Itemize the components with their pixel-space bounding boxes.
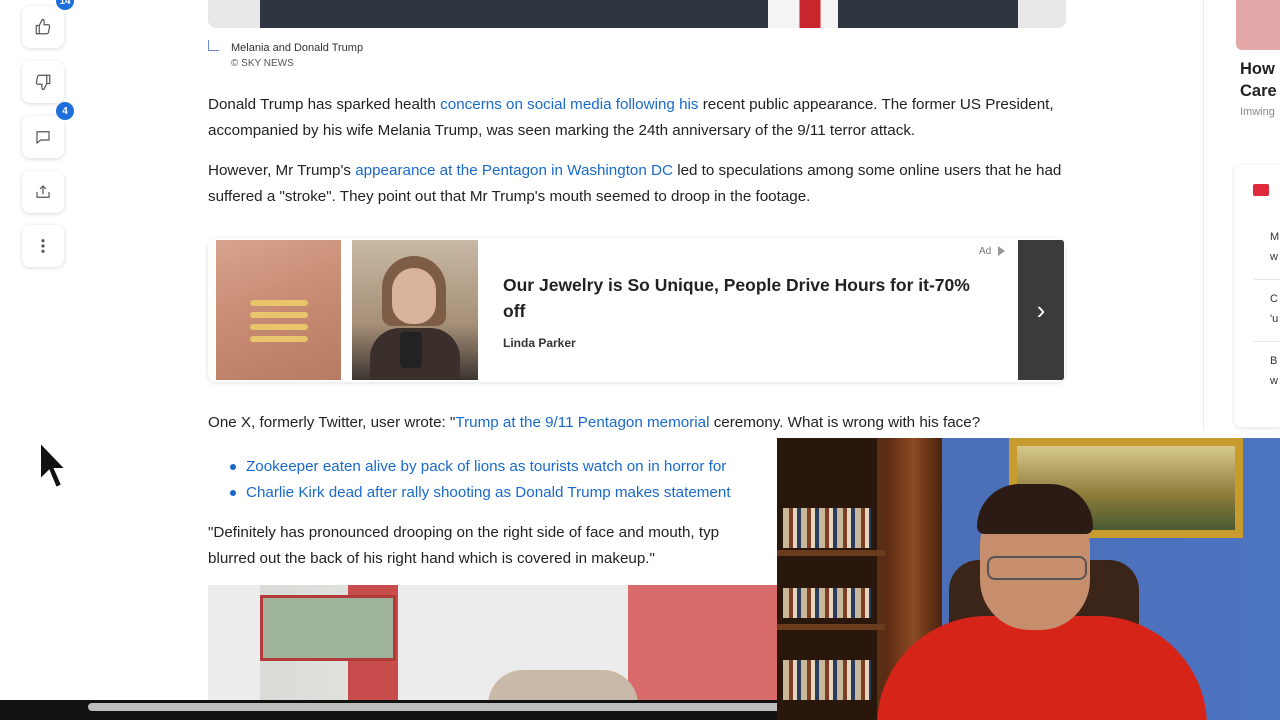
ad-card[interactable]: Our Jewelry is So Unique, People Drive H… bbox=[208, 238, 1065, 382]
trending-item[interactable]: w bbox=[1270, 251, 1278, 263]
caption-title: Melania and Donald Trump bbox=[231, 42, 364, 54]
trending-item[interactable]: w bbox=[1270, 375, 1278, 387]
trending-item[interactable]: C bbox=[1270, 293, 1278, 305]
thumbs-down-icon bbox=[35, 74, 51, 91]
chevron-right-icon: › bbox=[1036, 294, 1046, 325]
mouse-cursor-icon bbox=[39, 440, 68, 490]
bullet-icon bbox=[230, 464, 236, 470]
news-logo-icon bbox=[1253, 184, 1269, 196]
caption-corner-icon bbox=[208, 40, 219, 51]
thumbs-up-icon bbox=[35, 18, 51, 35]
comment-icon bbox=[36, 131, 50, 145]
trending-item[interactable]: B bbox=[1270, 355, 1277, 367]
trending-item[interactable]: M bbox=[1270, 231, 1279, 243]
ad-next-button[interactable]: › bbox=[1018, 240, 1064, 380]
recommended-thumbnail[interactable] bbox=[1236, 0, 1280, 50]
link-pentagon-memorial[interactable]: Trump at the 9/11 Pentagon memorial bbox=[455, 414, 709, 431]
recommended-source: Imwing bbox=[1240, 106, 1275, 118]
more-vertical-icon bbox=[41, 239, 45, 253]
related-links-list: Zookeeper eaten alive by pack of lions a… bbox=[228, 454, 731, 506]
ad-title[interactable]: Our Jewelry is So Unique, People Drive H… bbox=[503, 272, 983, 324]
paragraph-1: Donald Trump has sparked health concerns… bbox=[208, 96, 1054, 139]
more-options-button[interactable] bbox=[22, 225, 64, 267]
trending-item[interactable]: 'u bbox=[1270, 313, 1278, 325]
link-pentagon-appearance[interactable]: appearance at the Pentagon in Washington… bbox=[355, 162, 673, 179]
comment-button[interactable]: 4 bbox=[22, 102, 74, 158]
share-icon bbox=[36, 185, 50, 198]
related-link[interactable]: Zookeeper eaten alive by pack of lions a… bbox=[246, 458, 726, 475]
comment-count-badge: 4 bbox=[56, 102, 74, 120]
paragraph-3: One X, formerly Twitter, user wrote: "Tr… bbox=[208, 414, 981, 431]
ad-label[interactable]: Ad bbox=[979, 246, 1006, 257]
related-link[interactable]: Charlie Kirk dead after rally shooting a… bbox=[246, 484, 731, 501]
share-button[interactable] bbox=[22, 171, 64, 213]
list-item: Charlie Kirk dead after rally shooting a… bbox=[228, 480, 731, 506]
caption-credit: © SKY NEWS bbox=[231, 58, 294, 69]
like-count-badge: 14 bbox=[56, 0, 74, 10]
ad-image-rings bbox=[216, 240, 341, 380]
article-image-2 bbox=[208, 585, 778, 705]
webcam-overlay bbox=[777, 438, 1280, 720]
bullet-icon bbox=[230, 490, 236, 496]
ad-image-woman bbox=[352, 240, 478, 380]
article-image bbox=[208, 0, 1066, 28]
paragraph-2: However, Mr Trump's appearance at the Pe… bbox=[208, 162, 1062, 205]
column-divider bbox=[1203, 0, 1204, 430]
link-social-media-concerns[interactable]: concerns on social media following his bbox=[440, 96, 698, 113]
like-button[interactable]: 14 bbox=[22, 0, 74, 48]
trending-panel: M w C 'u B w bbox=[1234, 165, 1280, 427]
dislike-button[interactable] bbox=[22, 61, 64, 103]
ad-choices-icon bbox=[998, 246, 1006, 257]
ad-brand: Linda Parker bbox=[503, 336, 576, 350]
recommended-title[interactable]: How Care bbox=[1240, 58, 1280, 102]
list-item: Zookeeper eaten alive by pack of lions a… bbox=[228, 454, 731, 480]
scrollbar-thumb[interactable] bbox=[88, 703, 788, 711]
